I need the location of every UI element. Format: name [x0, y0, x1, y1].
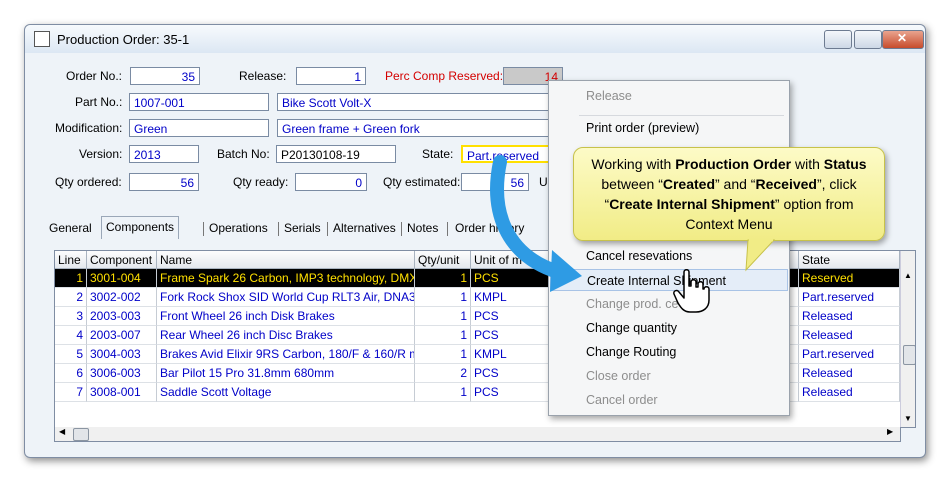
batch-no-label: Batch No: — [217, 147, 270, 161]
close-icon: ✕ — [897, 31, 908, 45]
cell-state[interactable]: Released — [799, 364, 900, 383]
version-label: Version: — [79, 147, 123, 161]
cell-unit[interactable]: KMPL — [471, 345, 549, 364]
scroll-thumb[interactable] — [903, 345, 915, 365]
tab-components[interactable]: Components — [101, 216, 180, 239]
cell-unit[interactable]: PCS — [471, 364, 549, 383]
qty-ordered-field[interactable]: 56 — [129, 173, 199, 191]
order-no-label: Order No.: — [66, 69, 123, 83]
instruction-callout: Working with Production Order with Statu… — [573, 147, 885, 241]
order-no-field[interactable]: 35 — [130, 67, 200, 85]
cell-state[interactable]: Part.reserved — [799, 288, 900, 307]
perc-comp-label: Perc Comp Reserved: — [385, 69, 504, 83]
menu-item-release[interactable]: Release — [550, 85, 788, 107]
part-desc-field[interactable]: Bike Scott Volt-X — [277, 93, 552, 111]
cell-state[interactable]: Reserved — [799, 269, 900, 288]
vertical-scrollbar[interactable]: ▲ ▼ — [900, 251, 915, 427]
tab-general[interactable]: General — [49, 218, 92, 238]
col-header-name[interactable]: Name — [157, 251, 415, 269]
cell-name[interactable]: Saddle Scott Voltage — [157, 383, 415, 402]
part-no-label: Part No.: — [75, 95, 123, 109]
cell-component[interactable]: 3002-002 — [87, 288, 157, 307]
app-icon — [34, 31, 50, 47]
pointer-arrow-icon — [490, 155, 582, 292]
callout-tail — [745, 238, 776, 272]
maximize-button[interactable] — [854, 30, 882, 49]
cell-name[interactable]: Front Wheel 26 inch Disk Brakes — [157, 307, 415, 326]
tab-alternatives[interactable]: Alternatives — [333, 218, 396, 238]
cell-state[interactable]: Released — [799, 307, 900, 326]
cell-unit[interactable]: PCS — [471, 383, 549, 402]
cell-component[interactable]: 2003-007 — [87, 326, 157, 345]
menu-item-change-quantity[interactable]: Change quantity — [550, 317, 788, 339]
col-header-state[interactable]: State — [799, 251, 900, 269]
cell-state[interactable]: Released — [799, 383, 900, 402]
cell-component[interactable]: 2003-003 — [87, 307, 157, 326]
tab-notes[interactable]: Notes — [407, 218, 438, 238]
qty-ready-field[interactable]: 0 — [295, 173, 367, 191]
cell-line[interactable]: 6 — [55, 364, 87, 383]
cell-state[interactable]: Released — [799, 326, 900, 345]
window-title: Production Order: 35-1 — [57, 32, 190, 47]
title-bar[interactable]: Production Order: 35-1 ✕ — [25, 25, 925, 53]
release-label: Release: — [239, 69, 287, 83]
cell-qty[interactable]: 1 — [415, 345, 471, 364]
cell-qty[interactable]: 2 — [415, 364, 471, 383]
cell-state[interactable]: Part.reserved — [799, 345, 900, 364]
menu-item-change-routing[interactable]: Change Routing — [550, 341, 788, 363]
cell-component[interactable]: 3006-003 — [87, 364, 157, 383]
cell-component[interactable]: 3008-001 — [87, 383, 157, 402]
batch-no-field[interactable]: P20130108-19 — [276, 145, 396, 163]
modification-desc-field[interactable]: Green frame + Green fork — [277, 119, 552, 137]
cell-qty[interactable]: 1 — [415, 326, 471, 345]
qty-estimated-label: Qty estimated: — [383, 175, 461, 189]
cell-name[interactable]: Brakes Avid Elixir 9RS Carbon, 180/F & 1… — [157, 345, 415, 364]
cell-qty[interactable]: 1 — [415, 383, 471, 402]
cell-unit[interactable]: PCS — [471, 307, 549, 326]
scroll-down-icon[interactable]: ▼ — [904, 414, 912, 423]
qty-ready-label: Qty ready: — [233, 175, 289, 189]
horizontal-scrollbar[interactable]: ◀ ▶ — [54, 427, 901, 442]
col-header-qty-unit[interactable]: Qty/unit — [415, 251, 471, 269]
modification-field[interactable]: Green — [129, 119, 269, 137]
menu-item-print-order-preview[interactable]: Print order (preview) — [550, 117, 788, 139]
cell-component[interactable]: 3004-003 — [87, 345, 157, 364]
cell-qty[interactable]: 1 — [415, 269, 471, 288]
part-no-field[interactable]: 1007-001 — [129, 93, 269, 111]
scroll-up-icon[interactable]: ▲ — [904, 271, 912, 280]
scroll-right-icon[interactable]: ▶ — [887, 427, 893, 436]
tab-serials[interactable]: Serials — [284, 218, 321, 238]
hand-cursor-icon — [673, 269, 710, 313]
menu-item-cancel-order[interactable]: Cancel order — [550, 389, 788, 411]
cell-qty[interactable]: 1 — [415, 307, 471, 326]
cell-name[interactable]: Fork Rock Shox SID World Cup RLT3 Air, D… — [157, 288, 415, 307]
tab-operations[interactable]: Operations — [209, 218, 268, 238]
version-field[interactable]: 2013 — [129, 145, 199, 163]
minimize-button[interactable] — [824, 30, 852, 49]
cell-line[interactable]: 3 — [55, 307, 87, 326]
cell-line[interactable]: 4 — [55, 326, 87, 345]
cell-line[interactable]: 7 — [55, 383, 87, 402]
scroll-left-icon[interactable]: ◀ — [59, 427, 65, 436]
qty-ordered-label: Qty ordered: — [55, 175, 122, 189]
col-header-component[interactable]: Component — [87, 251, 157, 269]
modification-label: Modification: — [55, 121, 123, 135]
cell-name[interactable]: Rear Wheel 26 inch Disc Brakes — [157, 326, 415, 345]
cell-name[interactable]: Bar Pilot 15 Pro 31.8mm 680mm — [157, 364, 415, 383]
cell-component[interactable]: 3001-004 — [87, 269, 157, 288]
close-button[interactable]: ✕ — [882, 30, 924, 49]
col-header-line[interactable]: Line — [55, 251, 87, 269]
cell-name[interactable]: Frame Spark 26 Carbon, IMP3 technology, … — [157, 269, 415, 288]
cell-line[interactable]: 1 — [55, 269, 87, 288]
cell-line[interactable]: 2 — [55, 288, 87, 307]
cell-unit[interactable]: PCS — [471, 326, 549, 345]
h-scroll-thumb[interactable] — [73, 428, 89, 441]
state-label: State: — [422, 147, 454, 161]
release-field[interactable]: 1 — [296, 67, 366, 85]
menu-item-close-order[interactable]: Close order — [550, 365, 788, 387]
cell-line[interactable]: 5 — [55, 345, 87, 364]
cell-qty[interactable]: 1 — [415, 288, 471, 307]
